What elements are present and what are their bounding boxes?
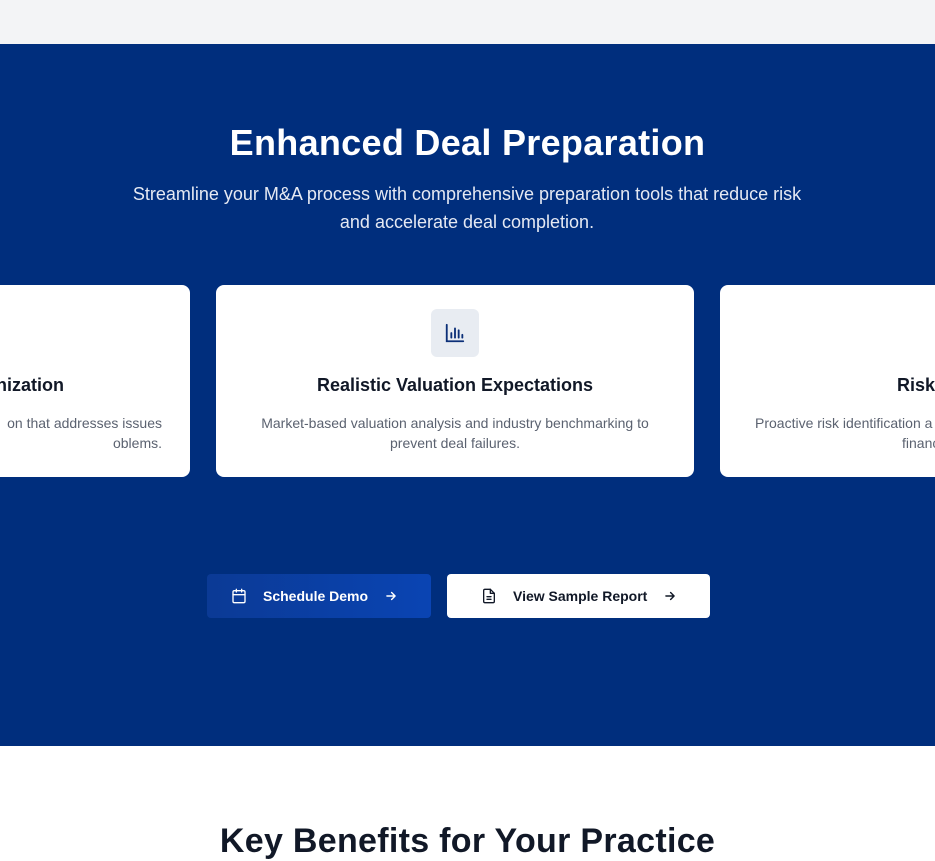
top-bar	[0, 0, 935, 44]
card-description: Market-based valuation analysis and indu…	[261, 415, 649, 451]
arrow-right-icon	[384, 589, 398, 603]
card-desc-line-1: Proactive risk identification a	[755, 415, 933, 431]
calendar-icon	[231, 588, 247, 604]
feature-card-left: nization on that addresses issues oblems…	[0, 285, 190, 477]
hero-section: Enhanced Deal Preparation Streamline you…	[0, 44, 935, 746]
feature-card-valuation: Realistic Valuation Expectations Market-…	[216, 285, 694, 477]
card-description: Proactive risk identification a financ	[755, 413, 935, 453]
card-description: on that addresses issues oblems.	[7, 413, 162, 453]
card-title: Realistic Valuation Expectations	[316, 375, 594, 395]
card-title: Risk	[897, 375, 935, 395]
benefits-section-title: Key Benefits for Your Practice	[219, 822, 716, 860]
document-icon	[481, 588, 497, 604]
schedule-demo-label: Schedule Demo	[263, 588, 369, 604]
arrow-right-icon	[663, 589, 677, 603]
hero-title: Enhanced Deal Preparation	[229, 122, 706, 163]
schedule-demo-button[interactable]: Schedule Demo	[207, 574, 431, 618]
view-sample-report-button[interactable]: View Sample Report	[447, 574, 710, 618]
card-title: nization	[0, 375, 64, 395]
hero-subtitle: Streamline your M&A process with compreh…	[132, 184, 802, 232]
view-sample-report-label: View Sample Report	[513, 588, 648, 604]
bar-chart-icon	[431, 309, 479, 357]
feature-card-right: Risk Proactive risk identification a fin…	[720, 285, 935, 477]
card-desc-line-1: on that addresses issues	[7, 415, 162, 431]
card-desc-line-2: oblems.	[112, 435, 162, 451]
card-desc-line-2: financ	[902, 435, 935, 451]
